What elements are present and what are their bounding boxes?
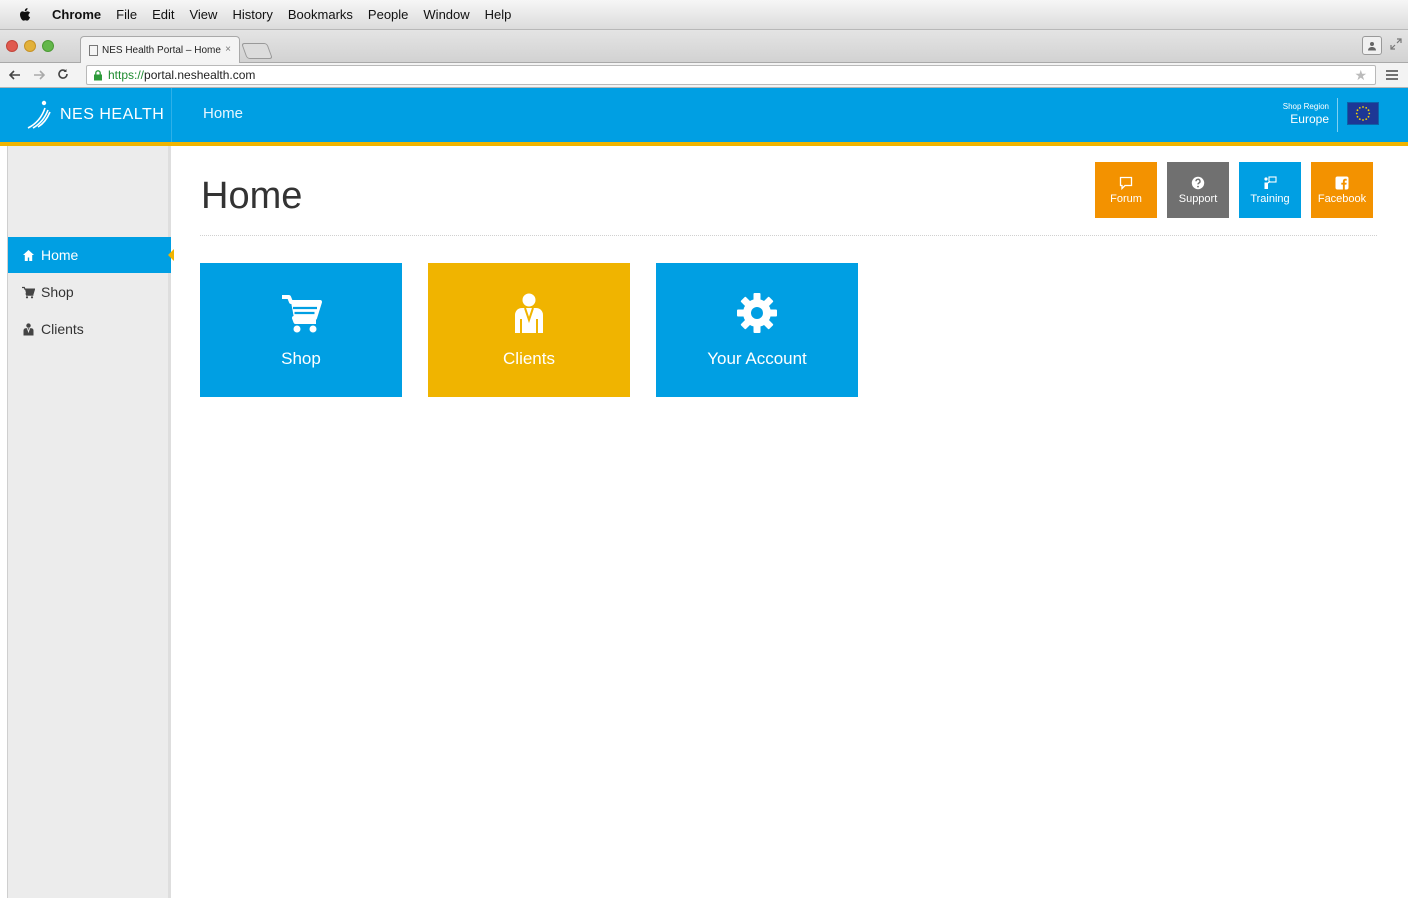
app-header: NES HEALTH Home Shop Region Europe	[0, 88, 1408, 146]
fullscreen-icon[interactable]	[1390, 38, 1402, 53]
menu-window[interactable]: Window	[423, 7, 469, 22]
browser-tabbar: NES Health Portal – Home ×	[0, 30, 1408, 63]
profile-icon[interactable]	[1362, 36, 1382, 55]
cart-icon	[22, 286, 35, 298]
facebook-icon	[1335, 176, 1349, 189]
tab-title: NES Health Portal – Home	[102, 44, 221, 56]
training-label: Training	[1250, 192, 1290, 205]
menu-bookmarks[interactable]: Bookmarks	[288, 7, 353, 22]
address-bar[interactable]: https:// portal.neshealth.com ★	[86, 65, 1376, 85]
mac-menubar: Chrome File Edit View History Bookmarks …	[0, 0, 1408, 30]
browser-toolbar: https:// portal.neshealth.com ★	[0, 63, 1408, 88]
facebook-button[interactable]: Facebook	[1311, 162, 1373, 218]
window-left-edge	[0, 146, 8, 898]
menu-chrome[interactable]: Chrome	[52, 7, 101, 22]
tab-close-icon[interactable]: ×	[225, 44, 231, 55]
home-icon	[23, 249, 34, 261]
training-button[interactable]: Training	[1239, 162, 1301, 218]
reload-button[interactable]	[54, 68, 72, 83]
shop-region-label: Shop Region	[1282, 102, 1329, 111]
menu-file[interactable]: File	[116, 7, 137, 22]
window-close-button[interactable]	[6, 40, 18, 52]
browser-tab[interactable]: NES Health Portal – Home ×	[80, 36, 240, 63]
window-zoom-button[interactable]	[42, 40, 54, 52]
forum-button[interactable]: Forum	[1095, 162, 1157, 218]
back-button[interactable]	[6, 68, 24, 83]
brand-logo[interactable]: NES HEALTH	[0, 88, 172, 142]
forward-button[interactable]	[30, 68, 48, 83]
page-title: Home	[201, 175, 303, 217]
menu-view[interactable]: View	[189, 7, 217, 22]
clients-tile-label: Clients	[503, 349, 555, 368]
menu-edit[interactable]: Edit	[152, 7, 174, 22]
new-tab-button[interactable]	[241, 43, 273, 59]
support-button[interactable]: Support	[1167, 162, 1229, 218]
clients-tile[interactable]: Clients	[428, 263, 630, 397]
browser-menu-icon[interactable]	[1386, 67, 1398, 83]
page-icon	[89, 44, 98, 56]
sidebar-item-home[interactable]: Home	[8, 237, 174, 273]
person-icon	[23, 322, 34, 335]
header-title: Home	[203, 105, 244, 122]
url-host: portal.neshealth.com	[144, 68, 256, 82]
nes-logo-icon	[27, 100, 51, 129]
menu-people[interactable]: People	[368, 7, 408, 22]
presenter-icon	[1264, 175, 1277, 189]
brand-name: NES HEALTH	[60, 106, 165, 123]
person-icon	[515, 293, 543, 333]
sidebar-item-clients[interactable]: Clients	[8, 311, 171, 347]
question-icon	[1191, 176, 1205, 189]
your-account-tile[interactable]: Your Account	[656, 263, 858, 397]
bookmark-star-icon[interactable]: ★	[1354, 67, 1367, 84]
shop-region[interactable]: Shop Region Europe	[1283, 102, 1329, 126]
window-controls	[6, 40, 54, 52]
shop-tile-label: Shop	[281, 349, 321, 368]
cart-icon	[282, 295, 322, 333]
window-minimize-button[interactable]	[24, 40, 36, 52]
sidebar-item-label: Shop	[41, 284, 74, 300]
gear-icon	[737, 293, 777, 333]
menu-help[interactable]: Help	[485, 7, 512, 22]
your-account-tile-label: Your Account	[707, 349, 807, 368]
sidebar-item-label: Home	[41, 247, 79, 263]
eu-flag-icon[interactable]	[1347, 102, 1379, 125]
forum-label: Forum	[1110, 192, 1142, 205]
support-label: Support	[1178, 192, 1218, 205]
header-divider	[1337, 98, 1338, 132]
menu-history[interactable]: History	[232, 7, 272, 22]
shop-region-value: Europe	[1290, 112, 1329, 126]
comment-icon	[1119, 176, 1133, 190]
apple-icon[interactable]	[18, 7, 32, 23]
title-divider	[200, 235, 1377, 236]
url-scheme: https://	[108, 68, 145, 82]
sidebar: Home Shop Clients	[8, 146, 174, 898]
facebook-label: Facebook	[1317, 192, 1367, 205]
sidebar-item-shop[interactable]: Shop	[8, 274, 171, 310]
sidebar-item-label: Clients	[41, 321, 84, 337]
shop-tile[interactable]: Shop	[200, 263, 402, 397]
lock-icon	[94, 69, 102, 80]
